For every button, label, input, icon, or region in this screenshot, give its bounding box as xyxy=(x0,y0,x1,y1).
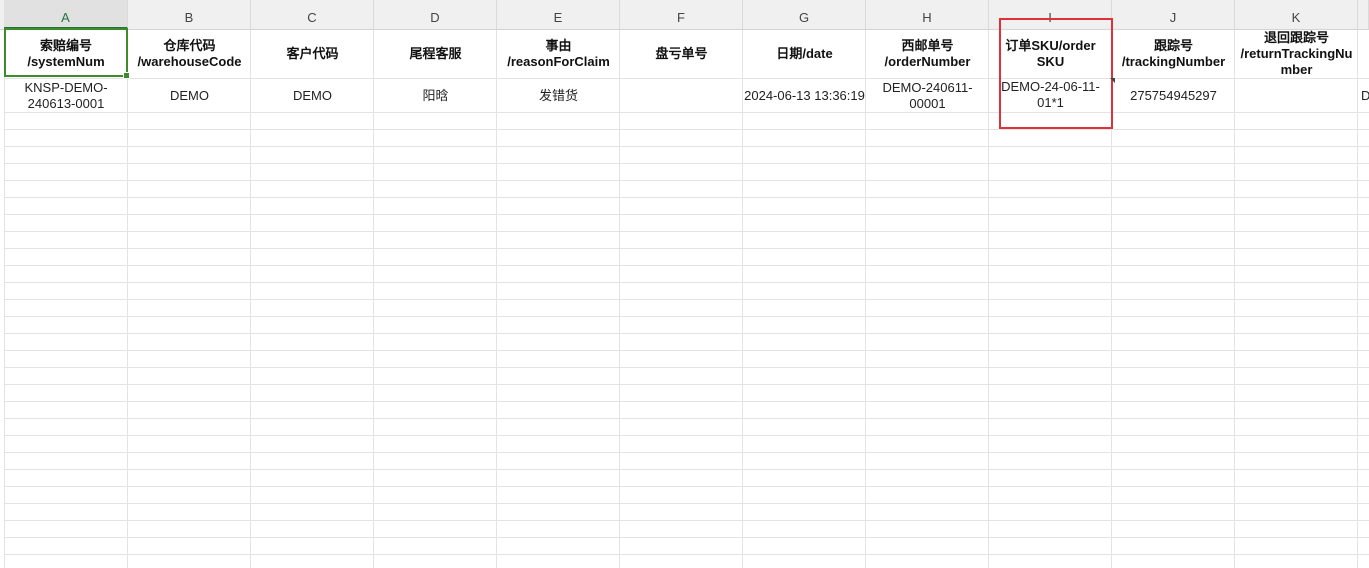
data-cell-date[interactable]: 2024-06-13 13:36:19 xyxy=(743,78,866,113)
highlight-annotation-box xyxy=(999,18,1113,129)
fill-handle[interactable] xyxy=(123,72,130,79)
column-header-g[interactable]: G xyxy=(743,0,866,29)
data-cell-last-mile-service[interactable]: 阳晗 xyxy=(374,78,497,113)
column-header-e[interactable]: E xyxy=(497,0,620,29)
header-cell-order-number[interactable]: 西邮单号 /orderNumber xyxy=(866,29,989,78)
data-cell-return-tracking-number[interactable] xyxy=(1235,78,1358,113)
header-cell-return-tracking-number[interactable]: 退回跟踪号 /returnTrackingNu mber xyxy=(1235,27,1358,80)
active-cell-selection[interactable] xyxy=(4,28,130,79)
column-header-f[interactable]: F xyxy=(620,0,743,29)
header-cell-tracking-number[interactable]: 跟踪号 /trackingNumber xyxy=(1112,29,1235,78)
column-header-d[interactable]: D xyxy=(374,0,497,29)
data-cell-customer-code[interactable]: DEMO xyxy=(251,78,374,113)
data-cell-inventory-loss-number[interactable] xyxy=(620,78,743,113)
header-cell-reason-for-claim[interactable]: 事由 /reasonForClaim xyxy=(497,29,620,78)
header-cell-customer-code[interactable]: 客户代码 xyxy=(251,29,374,78)
column-header-b[interactable]: B xyxy=(128,0,251,29)
spreadsheet: A B C D E F G H I J K 索赔编号 /systemNum 仓库… xyxy=(0,0,1369,568)
data-cell-warehouse-code[interactable]: DEMO xyxy=(128,78,251,113)
column-header-j[interactable]: J xyxy=(1112,0,1235,29)
data-cell-order-number[interactable]: DEMO-240611- 00001 xyxy=(866,78,989,113)
data-cell-reason-for-claim[interactable]: 发错货 xyxy=(497,78,620,113)
data-cell-tracking-number[interactable]: 275754945297 xyxy=(1112,78,1235,113)
column-header-c[interactable]: C xyxy=(251,0,374,29)
column-header-l[interactable] xyxy=(1358,0,1369,29)
column-header-h[interactable]: H xyxy=(866,0,989,29)
header-cell-inventory-loss-number[interactable]: 盘亏单号 xyxy=(620,29,743,78)
data-cell-overflow[interactable]: D xyxy=(1358,78,1369,113)
comment-indicator-icon[interactable] xyxy=(1110,78,1115,83)
column-header-a[interactable]: A xyxy=(4,0,128,29)
header-cell-warehouse-code[interactable]: 仓库代码 /warehouseCode xyxy=(128,29,251,78)
header-cell-last-mile-service[interactable]: 尾程客服 xyxy=(374,29,497,78)
column-header-k[interactable]: K xyxy=(1235,0,1358,29)
header-cell-date[interactable]: 日期/date xyxy=(743,29,866,78)
column-header-bar: A B C D E F G H I J K xyxy=(0,0,1369,30)
data-cell-system-num[interactable]: KNSP-DEMO- 240613-0001 xyxy=(4,78,128,113)
